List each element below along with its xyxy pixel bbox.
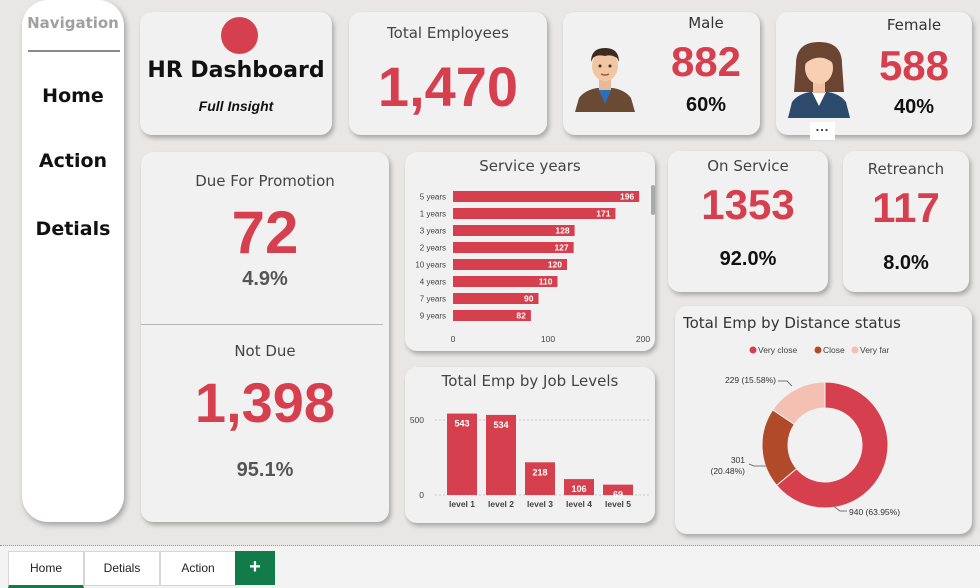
service-years-chart: 5 years 196 1 years 171 3 years 128 2 years 127… — [415, 191, 650, 344]
on-service-percent: 92.0% — [719, 248, 777, 270]
nav-divider — [28, 50, 120, 52]
due-promotion-label: Due For Promotion — [195, 172, 335, 190]
nav-item-action[interactable]: Action — [22, 150, 124, 172]
service-years-card: Service years 5 years 196 1 years 171 3 year… — [405, 152, 655, 351]
distance-legend-marker — [814, 346, 822, 354]
promotion-divider — [141, 324, 383, 325]
title-card: HR Dashboard Full Insight — [140, 12, 332, 135]
male-avatar-icon — [575, 48, 635, 112]
total-employees-card: Total Employees 1,470 — [349, 12, 547, 135]
male-percent: 60% — [685, 94, 727, 116]
job-levels-category-label: level 3 — [527, 499, 553, 509]
service-years-data-label: 90 — [524, 294, 534, 304]
female-value: 588 — [878, 42, 950, 89]
on-service-label: On Service — [707, 157, 789, 175]
service-years-category-label: 5 years — [420, 193, 446, 202]
female-card: Female 588 40% — [776, 12, 972, 135]
female-avatar-icon — [788, 42, 850, 118]
not-due-value: 1,398 — [194, 371, 336, 434]
distance-leader-line — [748, 463, 766, 467]
more-options-button[interactable]: ... — [810, 120, 835, 140]
service-years-bar — [453, 208, 616, 219]
not-due-label: Not Due — [234, 342, 296, 360]
add-page-button[interactable]: + — [235, 551, 275, 585]
dashboard-title: HR Dashboard — [147, 58, 325, 83]
tab-details[interactable]: Detials — [84, 551, 160, 586]
female-percent: 40% — [893, 96, 935, 118]
total-employees-label: Total Employees — [387, 24, 509, 42]
job-levels-data-label: 106 — [571, 484, 586, 494]
job-levels-y-tick: 0 — [419, 490, 424, 500]
job-levels-card: Total Emp by Job Levels 0 500 543 level 1 53… — [405, 367, 655, 523]
service-years-data-label: 120 — [548, 260, 562, 270]
service-years-data-label: 82 — [516, 311, 526, 321]
report-canvas: Navigation Home Action Detials HR Dashbo… — [0, 0, 980, 546]
service-years-data-label: 127 — [554, 243, 568, 253]
job-levels-category-label: level 1 — [449, 499, 475, 509]
distance-donut-chart: Very close Close Very far 940 (63.95%) 301(2… — [711, 345, 901, 517]
male-value: 882 — [670, 38, 742, 85]
navigation-title: Navigation — [27, 14, 119, 32]
service-years-category-label: 2 years — [420, 244, 446, 253]
page-tabs-bar: Home Detials Action + — [0, 546, 980, 588]
distance-card: Total Emp by Distance status Very close C… — [675, 306, 972, 534]
tab-home[interactable]: Home — [8, 551, 84, 588]
total-employees-value: 1,470 — [377, 55, 519, 118]
service-years-category-label: 10 years — [415, 261, 446, 270]
distance-leader-line — [778, 380, 793, 387]
nav-item-details[interactable]: Detials — [22, 218, 124, 240]
service-years-category-label: 4 years — [420, 278, 446, 287]
service-years-x-tick: 200 — [636, 334, 650, 344]
distance-data-label: 301 — [731, 455, 745, 465]
female-label: Female — [886, 16, 942, 34]
tab-action[interactable]: Action — [160, 551, 236, 586]
logo-circle — [221, 17, 258, 54]
retreanch-card: Retreanch 117 8.0% — [843, 151, 969, 292]
service-years-category-label: 1 years — [420, 210, 446, 219]
service-years-category-label: 7 years — [420, 295, 446, 304]
on-service-card: On Service 1353 92.0% — [668, 151, 828, 292]
job-levels-category-label: level 4 — [566, 499, 592, 509]
promotion-card: Due For Promotion 72 4.9% Not Due 1,398 … — [141, 152, 389, 522]
job-levels-y-tick: 500 — [410, 415, 424, 425]
service-years-data-label: 171 — [596, 209, 610, 219]
service-years-data-label: 196 — [620, 192, 634, 202]
service-years-category-label: 9 years — [420, 312, 446, 321]
job-levels-chart: 0 500 543 level 1 534 level 2 218 level 3 106 lev… — [410, 413, 649, 509]
job-levels-data-label: 543 — [454, 419, 469, 429]
service-years-category-label: 3 years — [420, 227, 446, 236]
service-years-scrollbar[interactable] — [651, 185, 655, 215]
nav-item-home[interactable]: Home — [22, 85, 124, 107]
service-years-x-tick: 100 — [541, 334, 555, 344]
due-promotion-percent: 4.9% — [242, 268, 288, 290]
distance-data-label: (20.48%) — [711, 466, 746, 476]
distance-legend-marker — [749, 346, 757, 354]
distance-legend-label: Very far — [860, 345, 889, 355]
distance-legend-label: Very close — [758, 345, 797, 355]
distance-legend-marker — [851, 346, 859, 354]
retreanch-label: Retreanch — [867, 160, 945, 178]
job-levels-category-label: level 2 — [488, 499, 514, 509]
service-years-data-label: 110 — [539, 277, 553, 287]
retreanch-value: 117 — [872, 184, 940, 231]
distance-data-label: 229 (15.58%) — [725, 375, 776, 385]
service-years-data-label: 128 — [555, 226, 569, 236]
dashboard-subtitle: Full Insight — [198, 98, 274, 114]
due-promotion-value: 72 — [231, 199, 299, 266]
distance-legend-label: Close — [823, 345, 845, 355]
not-due-percent: 95.1% — [236, 459, 294, 481]
job-levels-data-label: 218 — [532, 467, 547, 477]
service-years-x-tick: 0 — [451, 334, 456, 344]
job-levels-category-label: level 5 — [605, 499, 631, 509]
male-card: Male 882 60% — [563, 12, 760, 135]
male-label: Male — [688, 14, 724, 32]
on-service-value: 1353 — [701, 181, 795, 228]
job-levels-data-label: 534 — [493, 420, 508, 430]
distance-data-label: 940 (63.95%) — [849, 507, 900, 517]
navigation-sidebar: Navigation Home Action Detials — [22, 0, 124, 522]
retreanch-percent: 8.0% — [883, 252, 929, 274]
service-years-bar — [453, 191, 640, 202]
